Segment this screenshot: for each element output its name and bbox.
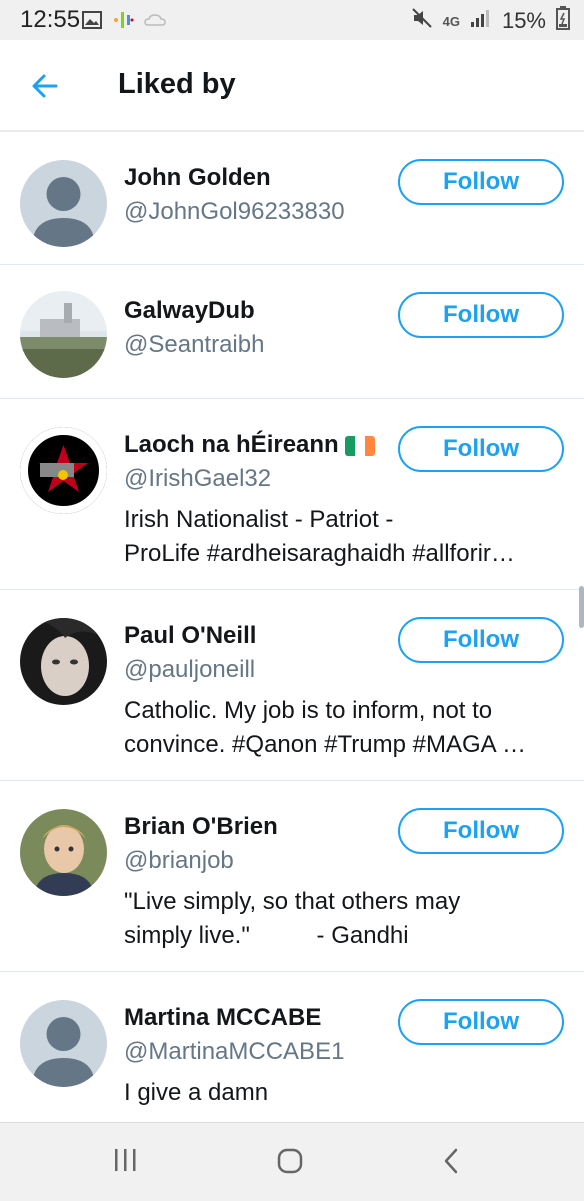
home-icon[interactable] [276, 1147, 304, 1180]
cloud-icon [144, 13, 166, 32]
user-name[interactable]: Laoch na hÉireann [124, 431, 375, 459]
user-handle: @MartinaMCCABE1 [124, 1038, 345, 1065]
user-avatar[interactable] [20, 809, 107, 896]
network-label: 4G [442, 13, 460, 29]
follow-button[interactable]: Follow [398, 617, 564, 663]
signal-icon [470, 8, 492, 34]
user-row[interactable]: John Golden @JohnGol96233830 Follow [0, 132, 584, 265]
default-avatar[interactable] [20, 160, 107, 247]
user-name[interactable]: GalwayDub [124, 297, 255, 325]
user-row[interactable]: Paul O'Neill @pauljoneill Catholic. My j… [0, 590, 584, 781]
follow-button[interactable]: Follow [398, 426, 564, 472]
irish-flag-icon [344, 435, 375, 456]
user-avatar[interactable] [20, 291, 107, 378]
battery-text: 15% [501, 8, 546, 33]
user-name[interactable]: John Golden [124, 164, 271, 192]
user-list: John Golden @JohnGol96233830 Follow Galw… [0, 132, 584, 1122]
back-arrow-icon[interactable] [26, 68, 66, 104]
user-handle: @JohnGol96233830 [124, 198, 345, 225]
scroll-indicator[interactable] [579, 586, 584, 628]
user-name[interactable]: Paul O'Neill [124, 622, 256, 650]
user-avatar[interactable] [20, 618, 107, 705]
recent-apps-icon[interactable] [112, 1147, 140, 1178]
user-bio: I give a damn [124, 1079, 269, 1106]
user-handle: @IrishGael32 [124, 465, 272, 492]
follow-button[interactable]: Follow [398, 159, 564, 205]
user-bio: Irish Nationalist - Patriot - ProLife #a… [124, 506, 515, 567]
user-bio: Catholic. My job is to inform, not to co… [124, 697, 526, 758]
app-header: Liked by [0, 40, 584, 132]
user-name[interactable]: Martina MCCABE [124, 1004, 321, 1032]
status-bar: 12:55 4G 15% [0, 0, 584, 40]
follow-button[interactable]: Follow [398, 999, 564, 1045]
page-title: Liked by [118, 68, 236, 100]
image-icon [82, 11, 102, 34]
user-handle: @pauljoneill [124, 656, 256, 683]
user-bio: "Live simply, so that others may simply … [124, 888, 461, 949]
user-handle: @Seantraibh [124, 331, 265, 358]
user-row[interactable]: Brian O'Brien @brianjob "Live simply, so… [0, 781, 584, 972]
user-row[interactable]: GalwayDub @Seantraibh Follow [0, 265, 584, 399]
navigation-bar [0, 1122, 584, 1201]
user-row[interactable]: Martina MCCABE @MartinaMCCABE1 I give a … [0, 972, 584, 1122]
follow-button[interactable]: Follow [398, 808, 564, 854]
follow-button[interactable]: Follow [398, 292, 564, 338]
user-avatar[interactable] [20, 427, 107, 514]
user-row[interactable]: Laoch na hÉireann @IrishGael32 Irish Nat… [0, 399, 584, 590]
default-avatar[interactable] [20, 1000, 107, 1087]
mute-icon [411, 7, 433, 35]
user-handle: @brianjob [124, 847, 234, 874]
podcast-icon [112, 10, 134, 35]
status-time: 12:55 [20, 6, 81, 33]
battery-icon [556, 6, 570, 36]
user-name[interactable]: Brian O'Brien [124, 813, 278, 841]
back-nav-icon[interactable] [440, 1147, 464, 1180]
